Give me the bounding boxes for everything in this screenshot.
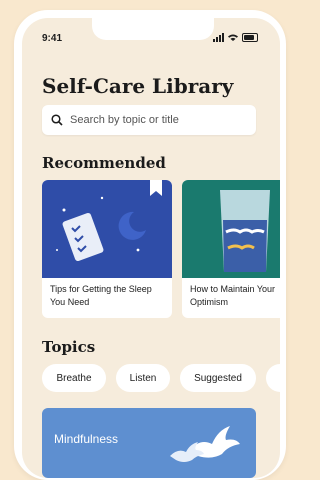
sleep-card-image	[42, 180, 172, 278]
topics-heading: Topics	[42, 338, 96, 356]
signal-icon	[213, 33, 224, 42]
bird-icon	[170, 426, 240, 462]
status-icons	[213, 33, 258, 42]
status-bar: 9:41	[22, 18, 280, 52]
status-time: 9:41	[42, 33, 63, 44]
topic-chip-suggested[interactable]: Suggested	[180, 364, 256, 392]
topic-chip-more[interactable]	[266, 364, 280, 392]
sleep-card-title: Tips for Getting the Sleep You Need	[50, 284, 152, 307]
app-screen: 9:41 Self-Care Library Search by topic o…	[22, 18, 280, 478]
battery-icon	[242, 33, 258, 42]
featured-banner-mindfulness[interactable]: Mindfulness	[42, 408, 256, 478]
topic-chip-listen[interactable]: Listen	[116, 364, 170, 392]
featured-banner-label: Mindfulness	[54, 432, 119, 446]
topic-chip-breathe[interactable]: Breathe	[42, 364, 106, 392]
search-input[interactable]: Search by topic or title	[42, 105, 256, 135]
recommended-heading: Recommended	[42, 154, 166, 172]
notch	[92, 18, 214, 40]
optimism-card-title: How to Maintain Your Optimism	[190, 284, 276, 307]
recommended-card-sleep[interactable]: Tips for Getting the Sleep You Need	[42, 180, 172, 318]
wifi-icon	[228, 34, 238, 41]
recommended-card-optimism[interactable]: How to Maintain Your Optimism	[182, 180, 280, 318]
optimism-card-image	[182, 180, 280, 278]
search-icon	[51, 114, 63, 126]
topics-chips[interactable]: Breathe Listen Suggested	[42, 364, 280, 392]
search-placeholder: Search by topic or title	[70, 114, 179, 126]
recommended-carousel[interactable]: Tips for Getting the Sleep You Need How …	[42, 180, 280, 318]
page-title: Self-Care Library	[42, 74, 234, 98]
